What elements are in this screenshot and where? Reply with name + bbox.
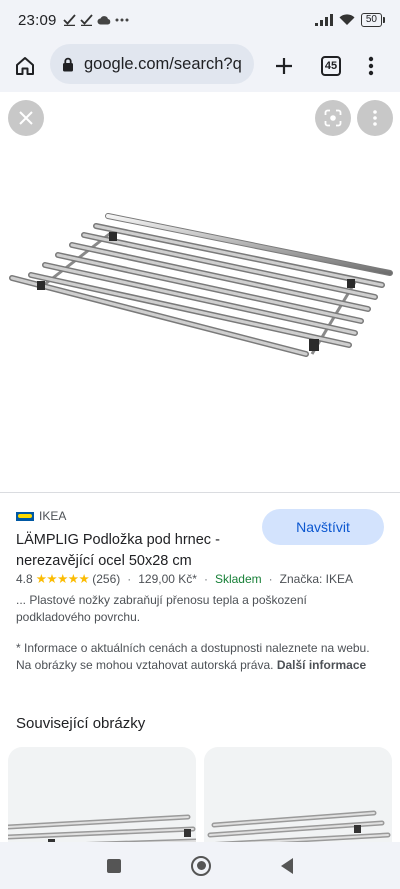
rating-stars: ★★★★★ (35, 572, 90, 586)
visit-button[interactable]: Navštívit (262, 509, 384, 545)
status-time: 23:09 (18, 11, 57, 29)
home-button[interactable] (3, 44, 47, 88)
brand: Značka: IKEA (279, 571, 354, 586)
signal-icon (314, 14, 333, 26)
address-bar[interactable]: google.com/search?q (50, 44, 254, 84)
notification-icons (62, 14, 129, 26)
tab-count: 45 (321, 56, 341, 76)
review-count: (256) (92, 571, 121, 586)
status-bar: 23:09 50 (0, 0, 400, 40)
separator: · (203, 571, 208, 586)
lock-icon (63, 57, 73, 71)
url-text: google.com/search?q (84, 54, 242, 73)
tab-switcher-button[interactable]: 45 (309, 44, 353, 88)
availability: Skladem (214, 571, 262, 586)
home-icon (16, 57, 34, 75)
product-description: ... Plastové nožky zabraňují přenosu tep… (16, 593, 307, 624)
source-site[interactable]: IKEA (16, 509, 66, 523)
browser-toolbar: google.com/search?q 45 (0, 40, 400, 92)
related-images-title: Související obrázky (16, 715, 146, 732)
battery-icon: 50 (360, 13, 386, 27)
copyright-note: * Informace o aktuálních cenách a dostup… (16, 640, 376, 674)
image-viewer (0, 92, 400, 492)
new-tab-button[interactable] (262, 44, 306, 88)
separator: · (127, 571, 132, 586)
home-nav-button[interactable] (191, 855, 211, 876)
recents-button[interactable] (107, 858, 121, 873)
divider (0, 492, 400, 493)
check-icon (79, 14, 93, 26)
cloud-icon (97, 16, 110, 25)
product-title[interactable]: LÄMPLIG Podložka pod hrnec - nerezavějíc… (16, 530, 256, 572)
more-icon (115, 18, 129, 22)
price: 129,00 Kč* (138, 571, 197, 586)
source-name: IKEA (39, 509, 67, 523)
separator: · (268, 571, 273, 586)
wifi-icon (339, 14, 355, 25)
plus-icon (276, 58, 292, 74)
more-info-link[interactable]: Další informace (277, 658, 366, 672)
more-vert-icon (368, 56, 374, 76)
rating-value: 4.8 (16, 571, 33, 586)
back-button[interactable] (281, 857, 293, 874)
check-icon (62, 14, 76, 26)
ikea-logo-icon (16, 511, 34, 521)
system-nav-bar (0, 842, 400, 889)
browser-menu-button[interactable] (349, 44, 393, 88)
product-meta: 4.8 ★★★★★ (256) · 129,00 Kč* · Skladem ·… (16, 571, 396, 587)
product-image (9, 213, 393, 357)
